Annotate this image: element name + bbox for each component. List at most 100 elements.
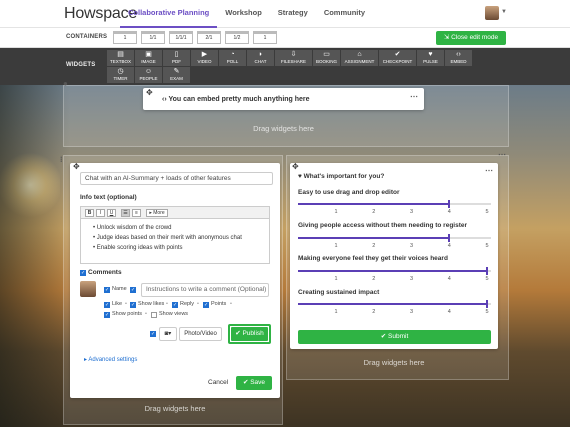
- scale-tick: 5: [485, 243, 489, 249]
- submit-button[interactable]: ✔ Submit: [298, 330, 491, 344]
- widget-assignment[interactable]: ⌂ ASSIGNMENT: [341, 50, 378, 66]
- widget-booking[interactable]: ▭ BOOKING: [313, 50, 340, 66]
- people-icon: ☺: [144, 68, 153, 75]
- rating-slider[interactable]: [298, 300, 491, 308]
- pulse-icon: ♥: [428, 51, 433, 58]
- tab-community[interactable]: Community: [316, 0, 373, 28]
- show-views-checkbox[interactable]: [151, 312, 157, 318]
- slider-knob[interactable]: [448, 200, 451, 208]
- widget-pdf[interactable]: ▯ PDF: [163, 50, 190, 66]
- container-layout-1-1[interactable]: 1/1: [141, 31, 165, 44]
- name-checkbox[interactable]: ✓: [104, 287, 110, 293]
- column-resize-handle-icon[interactable]: ⁝: [60, 155, 63, 164]
- chevron-down-icon[interactable]: ▼: [501, 9, 507, 15]
- reply-checkbox[interactable]: ✓: [172, 302, 178, 308]
- comments-checkbox[interactable]: ✓: [80, 270, 86, 276]
- container-layout-1-2[interactable]: 1/2: [225, 31, 249, 44]
- widget-exam[interactable]: ✎ EXAM: [163, 67, 190, 83]
- move-handle-icon[interactable]: ✥: [292, 162, 299, 171]
- show-likes-checkbox[interactable]: ✓: [130, 302, 136, 308]
- rating-slider[interactable]: [298, 267, 491, 275]
- slider-scale: 1 2 3 4 5: [298, 209, 491, 217]
- save-button[interactable]: ✔ Save: [236, 376, 272, 390]
- slider-knob[interactable]: [448, 234, 451, 242]
- bulleted-list-button[interactable]: ☰: [121, 209, 130, 217]
- column-more-icon[interactable]: ⋯: [498, 150, 506, 159]
- video-icon: ▶: [201, 51, 208, 58]
- bold-button[interactable]: B: [85, 209, 94, 217]
- italic-button[interactable]: I: [96, 209, 105, 217]
- timer-icon: ◷: [117, 68, 124, 75]
- scale-tick: 1: [334, 276, 338, 282]
- commenter-avatar: [80, 281, 96, 297]
- show-points-checkbox[interactable]: ✓: [104, 312, 110, 318]
- survey-title: ♥ What's important for you?: [298, 173, 385, 180]
- widget-embed[interactable]: ‹› EMBED: [445, 50, 472, 66]
- embed-widget-text: ‹› You can embed pretty much anything he…: [162, 96, 310, 103]
- slider-knob[interactable]: [486, 267, 488, 275]
- widget-textbox[interactable]: ▤ TEXTBOX: [107, 50, 134, 66]
- cancel-button[interactable]: Cancel: [208, 379, 228, 386]
- widgets-label: WIDGETS: [66, 62, 96, 68]
- widget-image[interactable]: ▣ IMAGE: [135, 50, 162, 66]
- list-item: • Judge ideas based on their merit with …: [93, 235, 242, 241]
- scale-tick: 3: [409, 209, 414, 215]
- tab-strategy[interactable]: Strategy: [270, 0, 316, 28]
- rating-slider[interactable]: [298, 234, 491, 242]
- photo-video-button[interactable]: Photo/Video: [179, 327, 222, 341]
- embed-more-icon[interactable]: ⋯: [410, 92, 418, 101]
- scale-tick: 3: [409, 243, 414, 249]
- widget-video[interactable]: ▶ VIDEO: [191, 50, 218, 66]
- widgets-toolbar: WIDGETS ▤ TEXTBOX ▣ IMAGE ▯ PDF ▶ VIDEO ◔ POL…: [0, 48, 570, 85]
- container-layout-1-1-1[interactable]: 1/1/1: [169, 31, 193, 44]
- scale-tick: 3: [409, 309, 414, 315]
- underline-button[interactable]: U: [107, 209, 116, 217]
- container-layout-1[interactable]: 1: [113, 31, 137, 44]
- comment-instructions-input[interactable]: Instructions to write a comment (Optiona…: [141, 283, 269, 297]
- container-layout-full[interactable]: 1: [253, 31, 277, 44]
- container-layout-2-1[interactable]: 2/1: [197, 31, 221, 44]
- like-checkbox[interactable]: ✓: [104, 302, 110, 308]
- publish-button-inner: ✔ Publish: [231, 327, 268, 341]
- camera-dropdown-button[interactable]: ◙▾: [159, 327, 177, 341]
- slider-knob[interactable]: [486, 300, 488, 308]
- user-avatar[interactable]: [485, 6, 499, 20]
- separator: •: [197, 301, 199, 307]
- widget-poll[interactable]: ◔ POLL: [219, 50, 246, 66]
- survey-question: Giving people access without them needin…: [298, 222, 468, 229]
- widget-chat[interactable]: ◗ CHAT: [247, 50, 274, 66]
- rating-slider[interactable]: [298, 200, 491, 208]
- widget-pulse[interactable]: ♥ PULSE: [417, 50, 444, 66]
- points-checkbox[interactable]: ✓: [203, 302, 209, 308]
- reply-option-label: Reply: [180, 301, 195, 307]
- list-item: • Enable scoring ideas with points: [93, 245, 183, 251]
- widget-timer[interactable]: ◷ TIMER: [107, 67, 134, 83]
- show-likes-option-label: Show likes: [138, 301, 165, 307]
- attachment-checkbox[interactable]: ✓: [150, 331, 156, 337]
- show-views-option-label: Show views: [159, 311, 189, 317]
- info-text-label: Info text (optional): [80, 194, 137, 201]
- tab-collaborative-planning[interactable]: Collaborative Planning: [120, 0, 218, 28]
- publish-button[interactable]: ✔ Publish: [228, 324, 271, 344]
- widget-fileshare[interactable]: ⇩ FILESHARE: [275, 50, 312, 66]
- info-text-editor[interactable]: • Unlock wisdom of the crowd • Judge ide…: [80, 219, 270, 264]
- chat-title-input[interactable]: Chat with an AI-Summary + loads of other…: [80, 172, 273, 185]
- container-handle-icon[interactable]: ●: [63, 79, 68, 88]
- scale-tick: 4: [447, 276, 451, 282]
- drag-widgets-hint: Drag widgets here: [363, 358, 425, 367]
- slider-scale: 1 2 3 4 5: [298, 276, 491, 284]
- widget-people[interactable]: ☺ PEOPLE: [135, 67, 162, 83]
- embed-icon: ‹›: [456, 51, 461, 58]
- instructions-checkbox[interactable]: ✓: [130, 287, 136, 293]
- show-points-option-label: Show points: [112, 311, 142, 317]
- more-format-button[interactable]: ▸ More: [146, 209, 168, 217]
- move-handle-icon[interactable]: ✥: [73, 162, 80, 171]
- tab-workshop[interactable]: Workshop: [217, 0, 270, 28]
- survey-more-icon[interactable]: ⋯: [485, 166, 493, 175]
- close-edit-mode-button[interactable]: ⇲ Close edit mode: [436, 31, 506, 45]
- advanced-settings-link[interactable]: ▸ Advanced settings: [84, 356, 137, 363]
- widget-checkpoint[interactable]: ✔ CHECKPOINT: [379, 50, 416, 66]
- move-handle-icon[interactable]: ✥: [146, 88, 153, 97]
- numbered-list-button[interactable]: ≡: [132, 209, 141, 217]
- scale-tick: 4: [447, 243, 451, 249]
